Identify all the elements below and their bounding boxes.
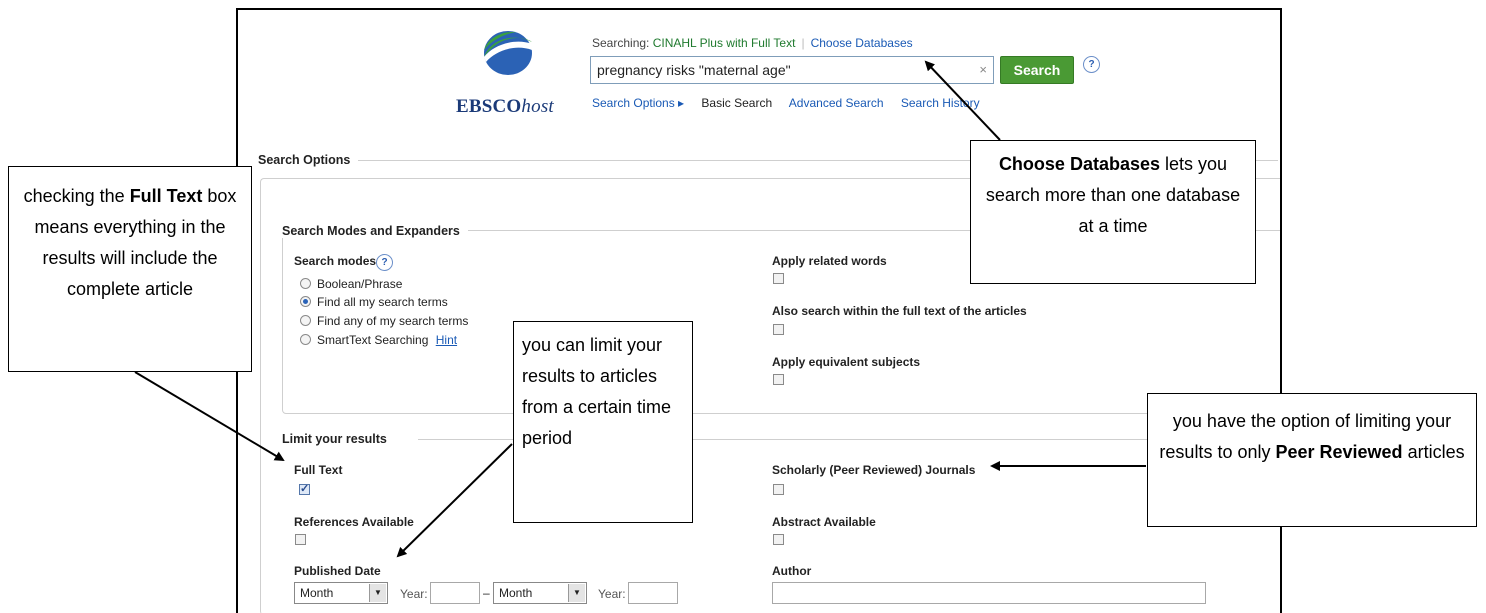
scholarly-journals-label: Scholarly (Peer Reviewed) Journals [772,463,976,477]
published-date-label: Published Date [294,564,381,578]
dropdown-arrow-icon[interactable]: ▼ [369,584,386,602]
choose-databases-link[interactable]: Choose Databases [811,36,913,50]
basic-search-link[interactable]: Basic Search [701,96,772,110]
radio-icon[interactable] [300,334,311,346]
search-box: × [590,56,994,84]
full-text-label: Full Text [294,463,343,477]
search-modes-help-icon[interactable]: ? [376,254,393,271]
search-full-text-label: Also search within the full text of the … [772,304,1027,318]
apply-related-words-checkbox[interactable] [773,273,784,284]
radio-icon[interactable] [300,278,311,290]
to-month-select[interactable]: Month ▼ [493,582,587,604]
apply-equivalent-subjects-label: Apply equivalent subjects [772,355,921,369]
ebscohost-logo-text: EBSCOhost [456,96,554,117]
searching-line: Searching: CINAHL Plus with Full Text | Ch… [592,36,913,50]
search-button[interactable]: Search [1000,56,1074,84]
callout-full-text: checking the Full Text box means everyth… [8,166,252,372]
radio-selected-icon[interactable] [300,296,311,308]
mode-find-all[interactable]: Find all my search terms [300,295,448,309]
search-help-icon[interactable]: ? [1083,56,1100,73]
scholarly-journals-checkbox[interactable] [773,484,784,495]
callout-date-range: you can limit your results to articles f… [513,321,693,523]
search-history-link[interactable]: Search History [901,96,980,110]
to-year-label: Year: [598,587,626,601]
references-available-checkbox[interactable] [295,534,306,545]
search-full-text-checkbox[interactable] [773,324,784,335]
advanced-search-link[interactable]: Advanced Search [789,96,884,110]
search-options-link[interactable]: Search Options ▸ [592,96,684,110]
date-range-dash: – [483,586,490,600]
callout-choose-databases: Choose Databases lets you search more th… [970,140,1256,284]
author-label: Author [772,564,812,578]
dropdown-arrow-icon[interactable]: ▼ [568,584,585,602]
from-year-label: Year: [400,587,428,601]
search-modes-label: Search modes [294,254,377,268]
author-input[interactable] [772,582,1206,604]
apply-related-words-label: Apply related words [772,254,887,268]
mode-find-any[interactable]: Find any of my search terms [300,314,468,328]
full-text-checkbox[interactable] [299,482,310,495]
mode-smarttext[interactable]: SmartText Searching Hint [300,333,457,347]
references-available-label: References Available [294,515,414,529]
ebsco-logo-icon [484,31,532,75]
search-options-title: Search Options [258,153,359,167]
abstract-available-label: Abstract Available [772,515,876,529]
ebscohost-screenshot: EBSCOhost Searching: CINAHL Plus with Fu… [236,8,1282,613]
search-input[interactable] [597,57,967,83]
from-year-input[interactable] [430,582,480,604]
apply-equivalent-subjects-checkbox[interactable] [773,374,784,385]
database-name: CINAHL Plus with Full Text [652,36,796,50]
to-year-input[interactable] [628,582,678,604]
hint-link[interactable]: Hint [436,333,457,347]
limit-results-title: Limit your results [282,432,395,446]
radio-icon[interactable] [300,315,311,327]
from-month-select[interactable]: Month ▼ [294,582,388,604]
abstract-available-checkbox[interactable] [773,534,784,545]
searching-label: Searching: [592,36,650,50]
mode-boolean-phrase[interactable]: Boolean/Phrase [300,277,402,291]
search-subnav: Search Options ▸ Basic Search Advanced S… [592,96,994,110]
clear-icon[interactable]: × [979,62,987,77]
callout-peer-reviewed: you have the option of limiting your res… [1147,393,1477,527]
search-modes-title: Search Modes and Expanders [282,224,468,238]
